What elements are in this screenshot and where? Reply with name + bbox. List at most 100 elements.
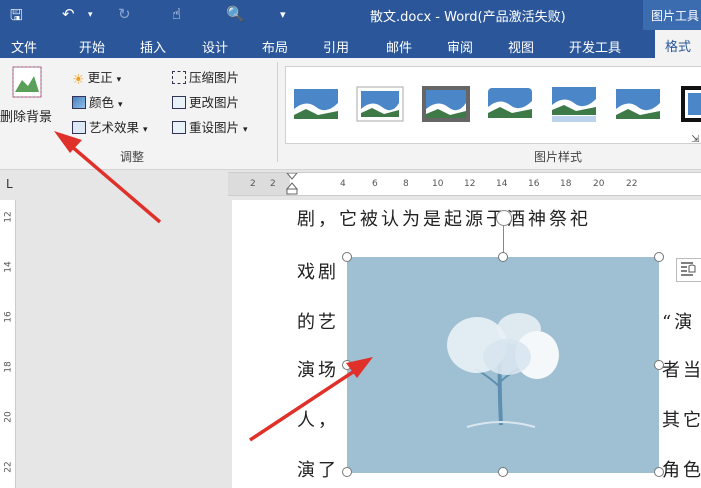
ruler-tick: 6 bbox=[372, 179, 378, 189]
styles-dialog-launcher-icon[interactable]: ⇲ bbox=[691, 134, 699, 145]
sun-icon: ☀ bbox=[72, 72, 85, 88]
resize-handle-bottom-right[interactable] bbox=[654, 467, 664, 477]
text-line[interactable]: 戏剧 bbox=[297, 258, 339, 284]
adjust-group-label: 调整 bbox=[120, 150, 145, 164]
picture-style-6[interactable] bbox=[614, 85, 662, 123]
text-line[interactable]: 其它 bbox=[662, 406, 701, 432]
resize-handle-bottom[interactable] bbox=[498, 467, 508, 477]
tab-layout[interactable]: 布局 bbox=[262, 37, 288, 56]
text-line[interactable]: 演了 bbox=[297, 456, 339, 482]
resize-handle-top-left[interactable] bbox=[342, 252, 352, 262]
remove-background-icon bbox=[12, 66, 42, 98]
tab-mailings[interactable]: 邮件 bbox=[386, 37, 412, 56]
text-line[interactable]: 的艺 bbox=[297, 308, 339, 334]
ruler-tick: 16 bbox=[528, 179, 540, 189]
tab-developer[interactable]: 开发工具 bbox=[569, 37, 621, 56]
text-line[interactable]: 演场 bbox=[297, 356, 339, 382]
picture-styles-group-label: 图片样式 bbox=[534, 150, 583, 164]
resize-handle-top-right[interactable] bbox=[654, 252, 664, 262]
ruler-tick: 20 bbox=[3, 411, 14, 423]
tab-file[interactable]: 文件 bbox=[11, 37, 37, 56]
ruler-tick: 2 bbox=[250, 179, 256, 189]
tree-image bbox=[347, 257, 659, 473]
layout-options-icon[interactable] bbox=[676, 258, 701, 282]
text-line[interactable]: 剧，它被认为是起源于酒神祭祀 bbox=[297, 205, 591, 231]
ruler-tick: 4 bbox=[340, 179, 346, 189]
compress-pictures-button[interactable]: 压缩图片 bbox=[172, 67, 239, 86]
ruler-tick: 14 bbox=[3, 261, 14, 273]
text-line[interactable]: 人， bbox=[297, 406, 339, 432]
ribbon-tabs: 文件 开始 插入 设计 布局 引用 邮件 审阅 视图 开发工具 bbox=[0, 30, 701, 58]
picture-style-1[interactable] bbox=[292, 85, 340, 123]
indent-marker-icon[interactable] bbox=[286, 173, 298, 195]
tab-review[interactable]: 审阅 bbox=[447, 37, 473, 56]
ruler-tick: 20 bbox=[593, 179, 605, 189]
horizontal-ruler[interactable]: 2 2 4 6 8 10 12 14 16 18 20 22 bbox=[228, 172, 701, 196]
chevron-down-icon: ▾ bbox=[116, 75, 122, 85]
color-icon bbox=[72, 96, 86, 109]
chevron-down-icon: ▾ bbox=[243, 125, 248, 135]
ribbon: 删除背景 ☀ 更正 ▾ 颜色 ▾ 艺术效果 ▾ 压缩图片 更改图片 重设图片 ▾ … bbox=[0, 58, 701, 170]
resize-handle-bottom-left[interactable] bbox=[342, 467, 352, 477]
corrections-label: 更正 bbox=[87, 70, 113, 85]
ruler-tick: 18 bbox=[560, 179, 572, 189]
print-preview-icon[interactable]: 🔍 bbox=[226, 5, 245, 23]
resize-handle-left[interactable] bbox=[342, 360, 352, 370]
ruler-tick: 2 bbox=[270, 179, 276, 189]
ruler-tick: 12 bbox=[464, 179, 476, 189]
resize-handle-top[interactable] bbox=[498, 252, 508, 262]
tab-home[interactable]: 开始 bbox=[79, 37, 105, 56]
left-margin-area bbox=[0, 170, 230, 488]
rotate-handle-icon[interactable] bbox=[496, 210, 512, 226]
ruler-tick: 10 bbox=[432, 179, 444, 189]
tab-format[interactable]: 格式 bbox=[655, 30, 701, 58]
picture-style-7[interactable] bbox=[680, 85, 701, 123]
ruler-tick: 8 bbox=[403, 179, 409, 189]
ruler-tick: 22 bbox=[3, 461, 14, 473]
change-picture-icon bbox=[172, 96, 186, 109]
artistic-effects-label: 艺术效果 bbox=[89, 120, 140, 135]
picture-style-5[interactable] bbox=[550, 85, 598, 123]
ruler-tick: 22 bbox=[626, 179, 638, 189]
ruler-tick: 12 bbox=[3, 211, 14, 223]
picture-style-3[interactable] bbox=[422, 85, 470, 123]
chevron-down-icon: ▾ bbox=[118, 100, 123, 110]
text-line[interactable]: “演 bbox=[662, 308, 695, 334]
change-picture-button[interactable]: 更改图片 bbox=[172, 92, 239, 111]
chevron-down-icon: ▾ bbox=[143, 125, 148, 135]
ruler-tick: 14 bbox=[496, 179, 508, 189]
selected-picture[interactable] bbox=[347, 257, 659, 473]
picture-style-4[interactable] bbox=[486, 85, 534, 123]
corrections-button[interactable]: ☀ 更正 ▾ bbox=[72, 67, 122, 88]
undo-dropdown-icon[interactable]: ▾ bbox=[88, 10, 93, 20]
remove-background-button[interactable]: 删除背景 bbox=[0, 64, 60, 128]
group-separator bbox=[277, 62, 278, 162]
save-icon[interactable]: 🖫 bbox=[10, 5, 23, 30]
tab-selector[interactable]: L bbox=[0, 172, 24, 196]
tab-view[interactable]: 视图 bbox=[508, 37, 534, 56]
remove-background-label: 删除背景 bbox=[0, 110, 53, 125]
tab-insert[interactable]: 插入 bbox=[140, 37, 166, 56]
vertical-ruler[interactable]: 12 14 16 18 20 22 bbox=[0, 200, 16, 488]
compress-icon bbox=[172, 71, 186, 84]
text-line[interactable]: 角色 bbox=[662, 456, 701, 482]
resize-handle-right[interactable] bbox=[654, 360, 664, 370]
ruler-tick: 16 bbox=[3, 311, 14, 323]
reset-picture-icon bbox=[172, 121, 186, 134]
text-line[interactable]: 者当 bbox=[662, 356, 701, 382]
undo-icon[interactable]: ↶ bbox=[62, 5, 75, 23]
customize-toolbar-icon[interactable]: ▾ bbox=[280, 8, 286, 21]
tab-design[interactable]: 设计 bbox=[202, 37, 228, 56]
ruler-tick: 18 bbox=[3, 361, 14, 373]
touch-mode-icon[interactable]: ☝ bbox=[172, 5, 181, 23]
compress-label: 压缩图片 bbox=[189, 70, 240, 85]
artistic-effects-button[interactable]: 艺术效果 ▾ bbox=[72, 117, 148, 136]
ruler-margin-left bbox=[228, 173, 290, 195]
color-label: 颜色 bbox=[89, 95, 115, 110]
reset-picture-button[interactable]: 重设图片 ▾ bbox=[172, 117, 248, 136]
tab-references[interactable]: 引用 bbox=[323, 37, 349, 56]
change-picture-label: 更改图片 bbox=[189, 95, 240, 110]
color-button[interactable]: 颜色 ▾ bbox=[72, 92, 123, 111]
picture-styles-gallery bbox=[285, 66, 701, 144]
picture-style-2[interactable] bbox=[356, 85, 404, 123]
